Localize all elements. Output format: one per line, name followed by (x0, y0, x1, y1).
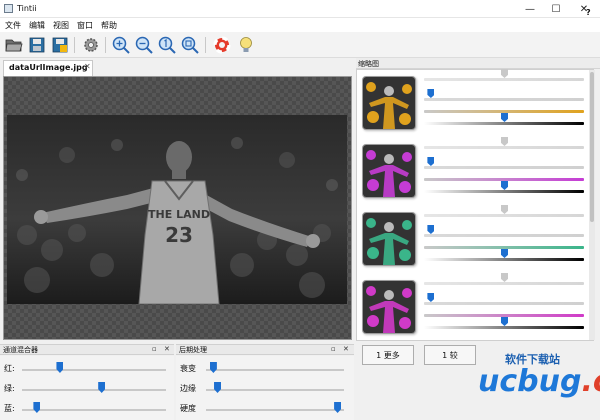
menu-help[interactable]: 帮助 (101, 20, 117, 31)
app-icon (4, 4, 13, 13)
open-folder-icon[interactable] (4, 35, 24, 55)
compare-button[interactable]: 1 较 (424, 345, 476, 365)
watermark-brand-u: u (478, 364, 500, 399)
post-label: 边缘 (180, 384, 196, 393)
saturation-slider[interactable] (424, 166, 584, 169)
save-as-icon[interactable] (50, 35, 70, 55)
title-bar (0, 0, 600, 18)
save-icon[interactable] (27, 35, 47, 55)
thumbnail-scroll-thumb[interactable] (590, 72, 594, 222)
maximize-button[interactable]: ☐ (542, 0, 570, 18)
post-label: 硬度 (180, 404, 196, 413)
post-slider[interactable] (206, 409, 344, 411)
color-track[interactable] (424, 246, 584, 249)
value-slider[interactable] (424, 326, 584, 329)
watermark-brand: cbug (499, 364, 582, 399)
thumbnail-panel-header (356, 58, 600, 69)
toolbar-separator (105, 37, 106, 53)
hue-slider[interactable] (424, 214, 584, 217)
saturation-slider[interactable] (424, 98, 584, 101)
panel-close-icon[interactable]: ✕ (164, 345, 170, 353)
channel-slider[interactable] (22, 389, 166, 391)
tip-lightbulb-icon[interactable] (236, 35, 256, 55)
thumb-magenta[interactable] (362, 144, 416, 198)
toolbar-separator (205, 37, 206, 53)
menu-window[interactable]: 窗口 (77, 20, 93, 31)
value-slider[interactable] (424, 190, 584, 193)
toolbar-separator (74, 37, 75, 53)
thumb-green[interactable] (362, 212, 416, 266)
help-question-mark[interactable]: ? (586, 8, 591, 17)
window-title: Tintii (17, 4, 37, 13)
color-track[interactable] (424, 314, 584, 317)
channel-slider[interactable] (22, 369, 166, 371)
zoom-fit-icon[interactable] (180, 35, 200, 55)
saturation-slider[interactable] (424, 302, 584, 305)
jersey-text: THE LAND (148, 208, 210, 221)
close-button[interactable]: ✕ (570, 0, 598, 18)
panel-close-icon[interactable]: ✕ (343, 345, 349, 353)
settings-gear-icon[interactable] (81, 35, 101, 55)
watermark-logo: ucbug.cc (478, 364, 600, 399)
jersey-number: 23 (165, 223, 193, 247)
saturation-slider[interactable] (424, 234, 584, 237)
hue-slider[interactable] (424, 78, 584, 81)
hue-slider[interactable] (424, 282, 584, 285)
channel-label: 红: (4, 364, 15, 373)
help-lifebuoy-icon[interactable] (212, 35, 232, 55)
post-processing-title: 后期处理 (179, 346, 207, 354)
panel-float-icon[interactable]: ▫ (331, 345, 336, 353)
tab-close-icon[interactable]: ✕ (84, 62, 91, 71)
value-slider[interactable] (424, 122, 584, 125)
post-slider[interactable] (206, 389, 344, 391)
color-track[interactable] (424, 178, 584, 181)
menu-edit[interactable]: 编辑 (29, 20, 45, 31)
hue-slider[interactable] (424, 146, 584, 149)
document-tab-label: dataUrlImage.jpg (9, 63, 88, 72)
post-label: 衰变 (180, 364, 196, 373)
channel-label: 绿: (4, 384, 15, 393)
thumb-pink[interactable] (362, 280, 416, 334)
channel-label: 蓝: (4, 404, 15, 413)
thumbnail-panel-title: 缩略图 (358, 60, 379, 68)
menu-file[interactable]: 文件 (5, 20, 21, 31)
value-slider[interactable] (424, 258, 584, 261)
channel-mixer-title: 通道混合器 (3, 346, 38, 354)
zoom-in-icon[interactable] (111, 35, 131, 55)
menu-view[interactable]: 视图 (53, 20, 69, 31)
panel-float-icon[interactable]: ▫ (152, 345, 157, 353)
more-button[interactable]: 1 更多 (362, 345, 414, 365)
grayscale-photo: THE LAND 23 (7, 115, 347, 304)
thumb-orange[interactable] (362, 76, 416, 130)
zoom-out-icon[interactable] (134, 35, 154, 55)
post-slider[interactable] (206, 369, 344, 371)
zoom-actual-size-icon[interactable] (157, 35, 177, 55)
color-track[interactable] (424, 110, 584, 113)
watermark-domain: .cc (581, 364, 600, 399)
minimize-button[interactable]: — (516, 0, 544, 18)
channel-slider[interactable] (22, 409, 166, 411)
